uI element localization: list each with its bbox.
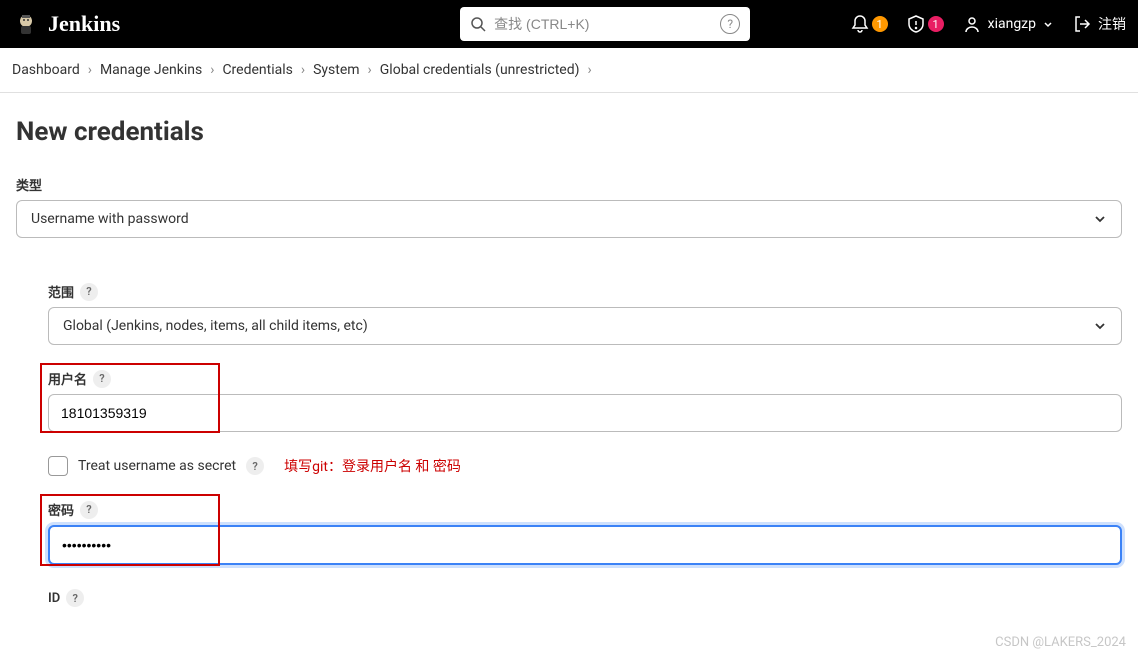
chevron-right-icon: › [88,62,92,78]
scope-label-text: 范围 [48,282,74,301]
brand-logo[interactable]: Jenkins [12,10,120,38]
search-box[interactable]: ? [460,7,750,41]
scope-label: 范围 ? [48,282,1122,301]
type-value: Username with password [31,211,189,227]
logout-button[interactable]: 注销 [1072,14,1126,34]
chevron-down-icon [1093,319,1107,333]
chevron-right-icon: › [588,62,592,78]
alert-badge: 1 [928,16,944,32]
credential-details: 范围 ? Global (Jenkins, nodes, items, all … [16,262,1122,607]
logout-icon [1072,14,1092,34]
username-label-text: 用户名 [48,369,87,388]
id-label-text: ID [48,591,60,606]
help-icon[interactable]: ? [66,589,84,607]
search-input[interactable] [494,16,712,32]
scope-value: Global (Jenkins, nodes, items, all child… [63,318,368,334]
user-menu[interactable]: xiangzp [962,14,1054,34]
chevron-right-icon: › [301,62,305,78]
password-label: 密码 ? [48,500,1122,519]
annotation-text: 填写git：登录用户名 和 密码 [284,456,461,476]
shield-icon [906,14,926,34]
help-icon[interactable]: ? [80,501,98,519]
breadcrumb: Dashboard › Manage Jenkins › Credentials… [0,48,1138,93]
main-content: New credentials 类型 Username with passwor… [0,93,1138,655]
scope-group: 范围 ? Global (Jenkins, nodes, items, all … [48,282,1122,345]
jenkins-icon [12,10,40,38]
type-select[interactable]: Username with password [16,200,1122,238]
notif-badge: 1 [872,16,888,32]
help-icon[interactable]: ? [93,370,111,388]
bell-icon [850,14,870,34]
watermark: CSDN @LAKERS_2024 [995,635,1126,650]
user-icon [962,14,982,34]
breadcrumb-item[interactable]: Credentials [222,62,292,78]
alerts-button[interactable]: 1 [906,14,944,34]
treat-secret-row: Treat username as secret ? 填写git：登录用户名 和… [48,456,1122,476]
breadcrumb-item[interactable]: Dashboard [12,62,80,78]
username-label: xiangzp [988,16,1036,32]
help-icon[interactable]: ? [80,283,98,301]
top-header: Jenkins ? 1 1 xiangzp 注销 [0,0,1138,48]
type-group: 类型 Username with password [16,175,1122,238]
password-input[interactable] [48,525,1122,565]
chevron-down-icon [1042,18,1054,30]
notifications-button[interactable]: 1 [850,14,888,34]
username-label: 用户名 ? [48,369,1122,388]
id-label: ID ? [48,589,1122,607]
breadcrumb-item[interactable]: System [313,62,359,78]
chevron-right-icon: › [368,62,372,78]
header-actions: 1 1 xiangzp 注销 [850,14,1126,34]
password-group: 密码 ? [48,500,1122,565]
treat-secret-checkbox[interactable] [48,456,68,476]
type-label: 类型 [16,175,1122,194]
brand-text: Jenkins [48,11,120,37]
username-input[interactable] [48,394,1122,432]
scope-select[interactable]: Global (Jenkins, nodes, items, all child… [48,307,1122,345]
breadcrumb-item[interactable]: Manage Jenkins [100,62,202,78]
logout-label: 注销 [1098,14,1126,34]
password-label-text: 密码 [48,500,74,519]
chevron-right-icon: › [210,62,214,78]
help-icon[interactable]: ? [720,14,740,34]
help-icon[interactable]: ? [246,457,264,475]
page-title: New credentials [16,117,1122,147]
chevron-down-icon [1093,212,1107,226]
username-group: 用户名 ? [48,369,1122,432]
id-group: ID ? [48,589,1122,607]
treat-secret-label: Treat username as secret [78,458,236,474]
search-icon [470,16,486,32]
breadcrumb-item[interactable]: Global credentials (unrestricted) [380,62,580,78]
